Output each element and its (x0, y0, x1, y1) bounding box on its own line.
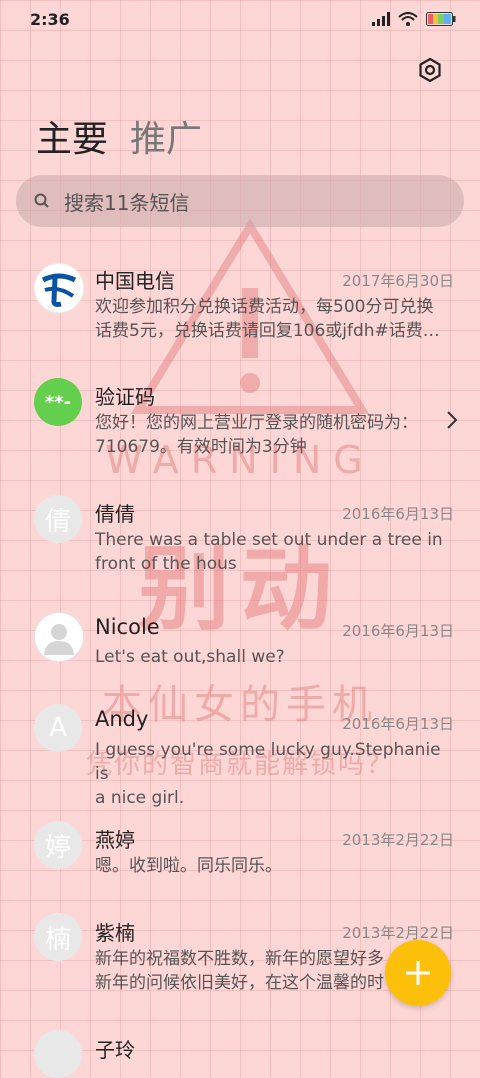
conversation-preview: 嗯。收到啦。同乐同乐。 (95, 856, 282, 876)
tab-promotions[interactable]: 推广 (130, 110, 202, 162)
conversation-item[interactable]: 子玲 (0, 1025, 480, 1078)
status-time: 2:36 (30, 10, 70, 29)
contact-avatar: 婷 (34, 821, 82, 869)
conversation-date: 2013年2月22日 (342, 831, 454, 849)
conversation-date: 2017年6月30日 (342, 272, 454, 290)
conversation-date: 2016年6月13日 (342, 622, 454, 640)
conversation-item[interactable]: 倩 倩倩 2016年6月13日 There was a table set ou… (0, 485, 480, 585)
contact-avatar: 楠 (34, 913, 82, 961)
search-icon (32, 191, 52, 211)
conversation-preview: 欢迎参加积分兑换话费活动，每500分可兑换 话费5元，兑换话费请回复106或jf… (95, 297, 440, 341)
conversation-name: 验证码 (95, 385, 155, 409)
status-bar: 2:36 (0, 0, 480, 40)
plus-icon (406, 961, 430, 985)
status-icons (372, 12, 456, 26)
conversation-date: 2016年6月13日 (342, 715, 454, 733)
tab-bar: 主要 推广 (36, 110, 202, 162)
conversation-name: 中国电信 (95, 269, 175, 293)
conversation-item[interactable]: Nicole 2016年6月13日 Let's eat out,shall we… (0, 602, 480, 682)
compose-button[interactable] (385, 940, 451, 1006)
conversation-name: Andy (95, 707, 149, 731)
signal-icon (372, 12, 390, 26)
conversation-preview: 您好！您的网上营业厅登录的随机密码为： 710679。有效时间为3分钟 (95, 413, 418, 457)
settings-gear-icon (419, 57, 441, 83)
conversation-date: 2013年2月22日 (342, 924, 454, 942)
conversation-item[interactable]: A Andy 2016年6月13日 I guess you're some lu… (0, 697, 480, 808)
conversation-preview: I guess you're some lucky guy.Stephanie … (95, 740, 441, 808)
conversation-item[interactable]: **- 验证码 您好！您的网上营业厅登录的随机密码为： 710679。有效时间为… (0, 365, 480, 465)
conversation-name: 紫楠 (95, 921, 135, 945)
wifi-icon (398, 12, 418, 26)
conversation-item[interactable]: 婷 燕婷 2013年2月22日 嗯。收到啦。同乐同乐。 (0, 813, 480, 893)
conversation-name: 倩倩 (95, 502, 135, 526)
tab-primary[interactable]: 主要 (36, 110, 108, 162)
conversation-name: 燕婷 (95, 828, 135, 852)
battery-icon (426, 12, 456, 26)
search-placeholder: 搜索11条短信 (64, 190, 190, 215)
conversation-item[interactable]: 中国电信 2017年6月30日 欢迎参加积分兑换话费活动，每500分可兑换 话费… (0, 245, 480, 355)
conversation-preview: Let's eat out,shall we? (95, 647, 285, 667)
settings-button[interactable] (414, 54, 446, 86)
conversation-name: Nicole (95, 615, 160, 639)
china-telecom-logo-icon (34, 263, 84, 313)
conversation-date: 2016年6月13日 (342, 505, 454, 523)
search-bar[interactable]: 搜索11条短信 (16, 175, 464, 227)
chevron-right-icon[interactable] (446, 410, 458, 434)
person-icon (34, 612, 84, 662)
conversation-name: 子玲 (95, 1038, 135, 1062)
conversation-preview: There was a table set out under a tree i… (95, 530, 443, 574)
verification-code-avatar: **- (34, 378, 82, 426)
contact-avatar: A (34, 704, 82, 752)
contact-avatar (34, 1030, 82, 1078)
contact-avatar: 倩 (34, 495, 82, 543)
